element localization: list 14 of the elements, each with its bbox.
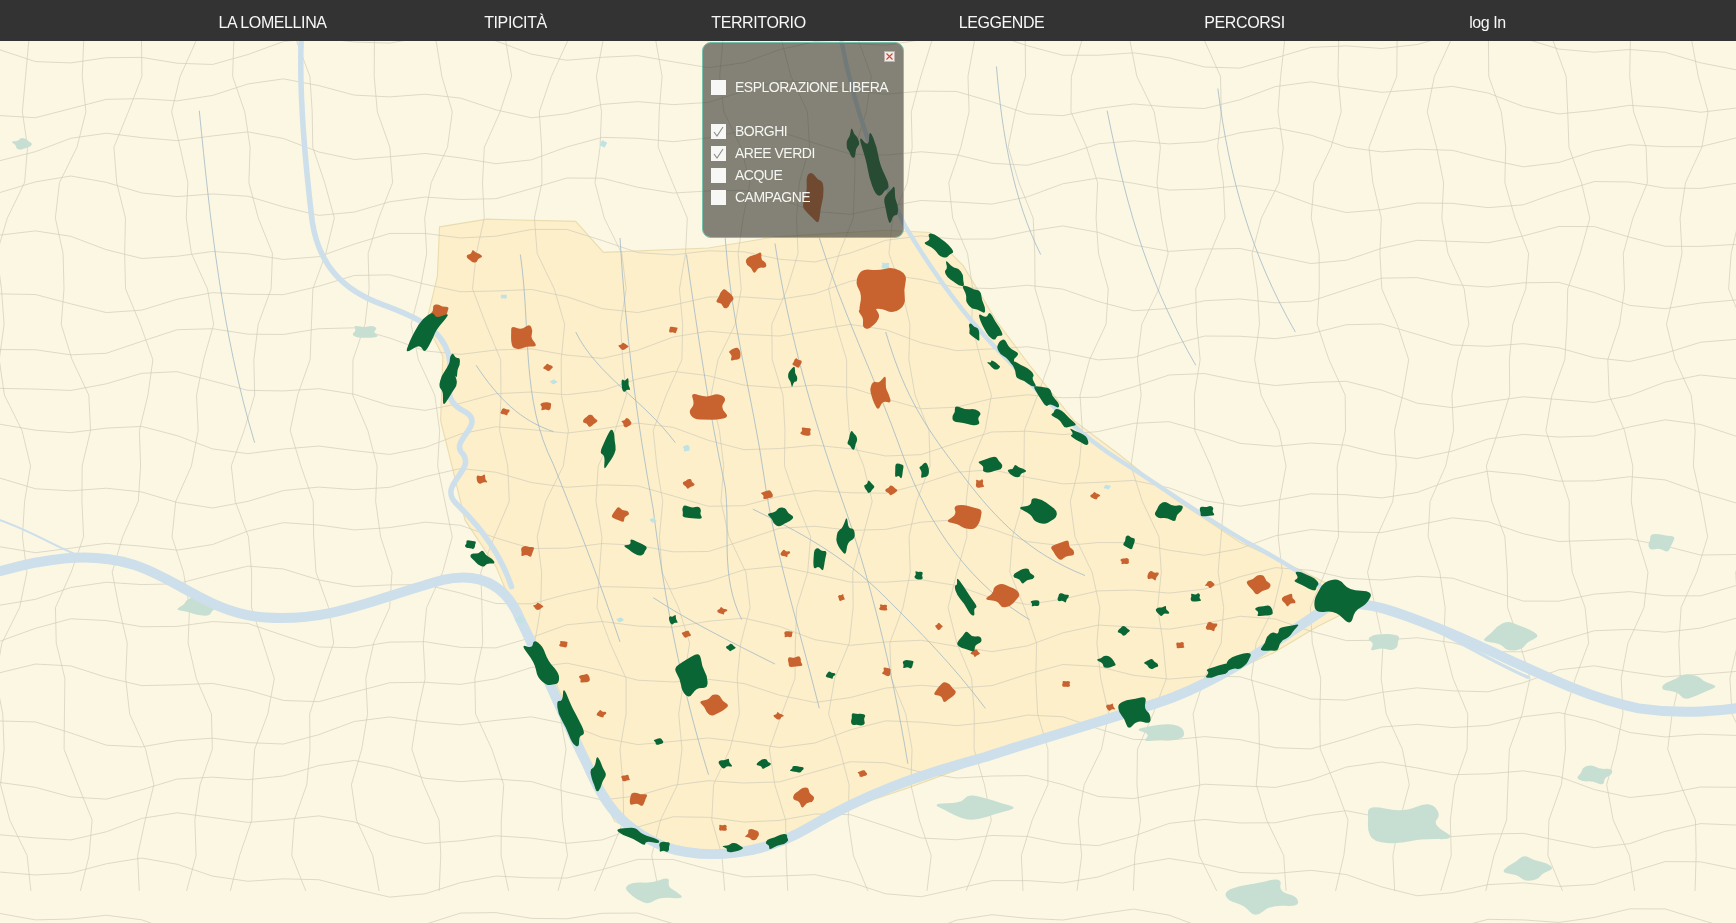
nav-link[interactable]: log In	[1469, 8, 1506, 33]
option-label: AREE VERDI	[735, 145, 815, 161]
close-button[interactable]	[884, 51, 895, 62]
nav-link[interactable]: TERRITORIO	[711, 8, 806, 33]
nav-link[interactable]: LA LOMELLINA	[218, 8, 327, 33]
check-icon	[713, 147, 724, 159]
nav-link[interactable]: PERCORSI	[1204, 8, 1285, 33]
close-icon	[886, 53, 893, 60]
option-label: ESPLORAZIONE LIBERA	[735, 79, 889, 95]
option-label: ACQUE	[735, 167, 783, 183]
option-label: BORGHI	[735, 123, 788, 139]
nav-link[interactable]: TIPICITÀ	[484, 8, 547, 33]
nav-link[interactable]: LEGGENDE	[958, 8, 1045, 33]
check-icon	[713, 125, 724, 137]
